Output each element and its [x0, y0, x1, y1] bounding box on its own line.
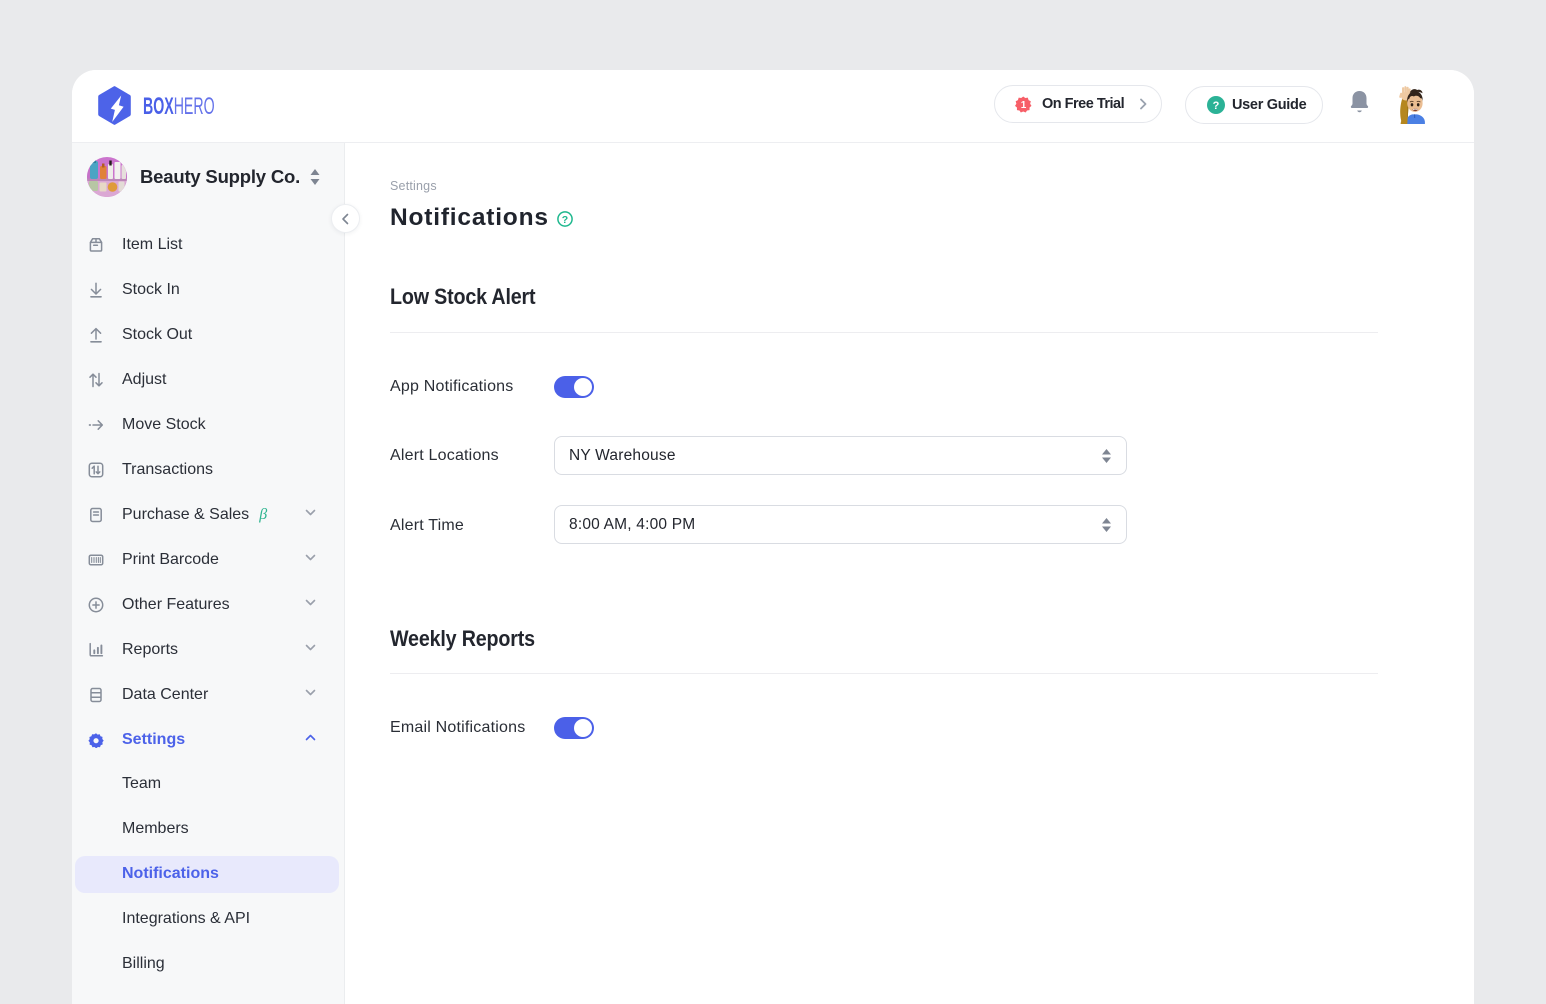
svg-text:?: ?: [562, 214, 568, 226]
svg-text:1: 1: [1021, 100, 1027, 111]
svg-text:?: ?: [1213, 100, 1220, 112]
